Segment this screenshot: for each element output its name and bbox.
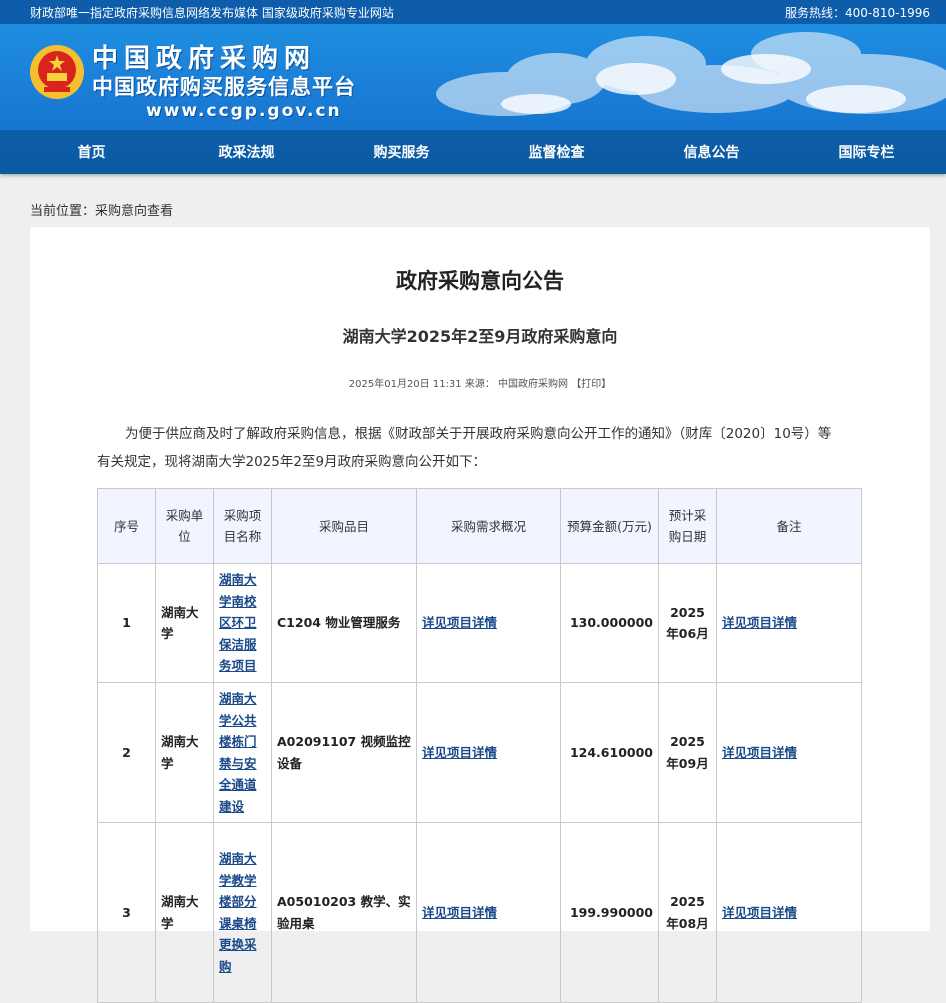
- table-header-row: 序号 采购单位 采购项目名称 采购品目 采购需求概况 预算金额(万元) 预计采购…: [97, 488, 862, 564]
- row-unit: 湖南大学: [155, 563, 214, 683]
- row-index: 2: [97, 682, 156, 823]
- page-title: 政府采购意向公告: [396, 269, 564, 293]
- print-link[interactable]: 【打印】: [571, 379, 611, 390]
- logo-title: 中国政府采购网: [92, 44, 317, 74]
- cloud-decoration: [436, 32, 946, 116]
- nav-announcements[interactable]: 信息公告: [634, 142, 789, 162]
- remark-detail-link[interactable]: 详见项目详情: [722, 615, 797, 630]
- demand-detail-link[interactable]: 详见项目详情: [422, 745, 497, 760]
- national-emblem-icon: [30, 45, 84, 99]
- row-date: 2025年09月: [658, 682, 717, 823]
- row-date: 2025年06月: [658, 563, 717, 683]
- project-name-link[interactable]: 湖南大学公共楼栋门禁与安全通道建设: [219, 691, 257, 814]
- demand-detail-link[interactable]: 详见项目详情: [422, 905, 497, 920]
- row-category: A02091107 视频监控设备: [271, 682, 417, 823]
- source-label: 来源：: [464, 379, 495, 390]
- logo-subtitle: 中国政府购买服务信息平台: [92, 75, 356, 99]
- col-header-remark: 备注: [716, 488, 862, 564]
- table-row: 1 湖南大学 湖南大学南校区环卫保洁服务项目 C1204 物业管理服务 详见项目…: [97, 563, 862, 683]
- project-name-link[interactable]: 湖南大学教学楼部分课桌椅更换采购: [219, 851, 257, 974]
- article-meta: 2025年01月20日 11:31 来源： 中国政府采购网 【打印】: [30, 375, 930, 390]
- site-slogan: 财政部唯一指定政府采购信息网络发布媒体 国家级政府采购专业网站: [30, 5, 394, 20]
- col-header-unit: 采购单位: [155, 488, 214, 564]
- col-header-budget: 预算金额(万元): [560, 488, 659, 564]
- main-nav: 首页 政采法规 购买服务 监督检查 信息公告 国际专栏: [0, 130, 946, 174]
- procurement-intent-table: 序号 采购单位 采购项目名称 采购品目 采购需求概况 预算金额(万元) 预计采购…: [97, 488, 862, 1003]
- col-header-date: 预计采购日期: [658, 488, 717, 564]
- breadcrumb: 当前位置：采购意向查看: [30, 204, 174, 219]
- nav-purchase-services[interactable]: 购买服务: [324, 142, 479, 162]
- col-header-category: 采购品目: [271, 488, 417, 564]
- row-date: 2025年08月: [658, 822, 717, 1003]
- row-budget: 124.610000: [560, 682, 659, 823]
- top-info-bar: 财政部唯一指定政府采购信息网络发布媒体 国家级政府采购专业网站 服务热线：400…: [0, 0, 946, 24]
- intro-paragraph: 为便于供应商及时了解政府采购信息，根据《财政部关于开展政府采购意向公开工作的通知…: [97, 426, 832, 470]
- table-row: 2 湖南大学 湖南大学公共楼栋门禁与安全通道建设 A02091107 视频监控设…: [97, 682, 862, 823]
- site-banner: 中国政府采购网 中国政府购买服务信息平台 www.ccgp.gov.cn: [0, 24, 946, 130]
- project-name-link[interactable]: 湖南大学南校区环卫保洁服务项目: [219, 572, 257, 673]
- publish-date: 2025年01月20日 11:31: [348, 379, 462, 390]
- col-header-index: 序号: [97, 488, 156, 564]
- row-index: 1: [97, 563, 156, 683]
- table-row: 3 湖南大学 湖南大学教学楼部分课桌椅更换采购 A05010203 教学、实验用…: [97, 822, 862, 1003]
- col-header-project-name: 采购项目名称: [213, 488, 272, 564]
- nav-supervision[interactable]: 监督检查: [479, 142, 634, 162]
- demand-detail-link[interactable]: 详见项目详情: [422, 615, 497, 630]
- row-budget: 199.990000: [560, 822, 659, 1003]
- service-hotline: 服务热线：400-810-1996: [784, 5, 930, 20]
- row-index: 3: [97, 822, 156, 1003]
- row-category: A05010203 教学、实验用桌: [271, 822, 417, 1003]
- article-card: 政府采购意向公告 湖南大学2025年2至9月政府采购意向 2025年01月20日…: [30, 227, 930, 1003]
- nav-regulations[interactable]: 政采法规: [169, 142, 324, 162]
- row-unit: 湖南大学: [155, 682, 214, 823]
- row-unit: 湖南大学: [155, 822, 214, 1003]
- remark-detail-link[interactable]: 详见项目详情: [722, 905, 797, 920]
- remark-detail-link[interactable]: 详见项目详情: [722, 745, 797, 760]
- col-header-demand: 采购需求概况: [416, 488, 561, 564]
- source-name: 中国政府采购网: [498, 379, 569, 390]
- row-budget: 130.000000: [560, 563, 659, 683]
- row-category: C1204 物业管理服务: [271, 563, 417, 683]
- logo-url: www.ccgp.gov.cn: [146, 101, 342, 121]
- nav-home[interactable]: 首页: [14, 142, 169, 162]
- site-logo[interactable]: 中国政府采购网 中国政府购买服务信息平台 www.ccgp.gov.cn: [92, 44, 356, 122]
- nav-international[interactable]: 国际专栏: [789, 142, 944, 162]
- page-subtitle: 湖南大学2025年2至9月政府采购意向: [342, 327, 618, 346]
